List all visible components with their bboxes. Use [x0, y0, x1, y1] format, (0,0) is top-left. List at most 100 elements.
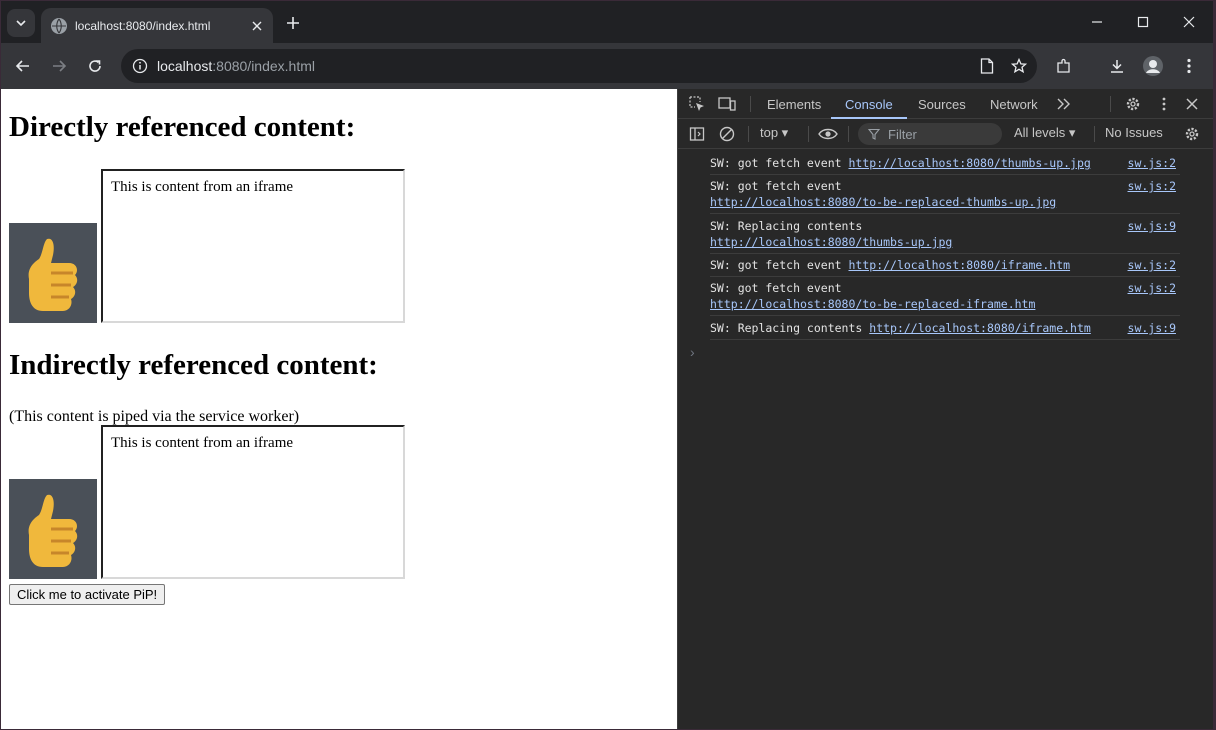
message-source-link[interactable]: sw.js:2 [1128, 155, 1176, 171]
context-selector[interactable]: top ▾ [760, 125, 788, 141]
globe-icon [51, 17, 67, 34]
kebab-menu-icon [1187, 58, 1191, 74]
kebab-menu-icon[interactable] [1153, 93, 1175, 115]
message-source-link[interactable]: sw.js:2 [1128, 178, 1176, 194]
console-toolbar: top ▾ Filter All levels ▾ No Issues [678, 119, 1213, 149]
message-source-link[interactable]: sw.js:9 [1128, 218, 1176, 234]
plus-icon [287, 17, 299, 29]
browser-toolbar: localhost:8080/index.html [1, 43, 1213, 89]
devtools-tabbar: Elements Console Sources Network [678, 89, 1213, 119]
message-link[interactable]: http://localhost:8080/thumbs-up.jpg [710, 235, 952, 249]
console-filter-input[interactable]: Filter [858, 123, 1002, 145]
settings-gear-icon[interactable] [1122, 93, 1144, 115]
message-link[interactable]: http://localhost:8080/thumbs-up.jpg [849, 156, 1091, 170]
tab-search-button[interactable] [7, 9, 35, 37]
console-prompt[interactable]: › [690, 344, 695, 360]
message-text: SW: got fetch event [710, 258, 842, 272]
avatar-icon [1143, 56, 1163, 76]
reload-icon [89, 60, 101, 72]
close-devtools-icon[interactable] [1181, 93, 1203, 115]
console-message: SW: got fetch event http://localhost:808… [710, 257, 1180, 277]
browser-menu-button[interactable] [1175, 52, 1203, 80]
tab-close-button[interactable] [247, 16, 267, 36]
url-host: localhost [157, 58, 213, 74]
eye-icon[interactable] [817, 123, 839, 145]
url-text: localhost:8080/index.html [157, 58, 973, 74]
separator [848, 126, 849, 142]
message-link[interactable]: http://localhost:8080/to-be-replaced-thu… [710, 195, 1056, 209]
separator [750, 96, 751, 112]
log-levels-dropdown[interactable]: All levels ▾ [1014, 125, 1075, 141]
separator [1094, 126, 1095, 142]
console-message: SW: Replacing contents http://localhost:… [710, 320, 1180, 340]
page-viewport: Directly referenced content: This is con… [1, 89, 677, 729]
heading-direct: Directly referenced content: [9, 111, 356, 143]
heading-indirect: Indirectly referenced content: [9, 349, 378, 381]
chevron-down-icon [16, 20, 26, 27]
iframe-text: This is content from an iframe [111, 435, 294, 451]
puzzle-icon [1057, 58, 1070, 73]
extensions-button[interactable] [1050, 52, 1078, 80]
tab-title: localhost:8080/index.html [75, 18, 211, 33]
issues-counter[interactable]: No Issues [1105, 125, 1163, 140]
message-source-link[interactable]: sw.js:2 [1128, 280, 1176, 296]
browser-window: localhost:8080/index.html localhost:8080… [1, 1, 1213, 729]
message-text: SW: got fetch event [710, 281, 842, 295]
tab-console[interactable]: Console [831, 89, 907, 119]
minimize-button[interactable] [1082, 9, 1112, 35]
address-bar[interactable]: localhost:8080/index.html [121, 49, 1037, 83]
downloads-button[interactable] [1103, 52, 1131, 80]
download-icon [1111, 60, 1123, 73]
filter-icon [868, 128, 880, 140]
message-text: SW: Replacing contents [710, 219, 863, 233]
tab-network[interactable]: Network [990, 89, 1038, 119]
console-message: SW: got fetch event http://localhost:8080… [710, 178, 1180, 214]
more-tabs-icon[interactable] [1053, 93, 1075, 115]
indirect-note: (This content is piped via the service w… [9, 408, 300, 425]
thumbs-up-image [9, 223, 97, 323]
url-path: :8080/index.html [212, 58, 315, 74]
maximize-button[interactable] [1128, 9, 1158, 35]
iframe-indirect[interactable]: This is content from an iframe [101, 425, 405, 579]
message-text: SW: Replacing contents [710, 321, 863, 335]
inspect-element-icon[interactable] [686, 93, 708, 115]
clear-console-icon[interactable] [716, 123, 738, 145]
separator [808, 126, 809, 142]
close-icon [1183, 16, 1195, 28]
profile-avatar[interactable] [1139, 52, 1167, 80]
arrow-left-icon [15, 60, 29, 72]
new-tab-button[interactable] [281, 11, 305, 35]
thumbs-up-icon [28, 494, 78, 567]
page-icon[interactable] [973, 58, 1001, 74]
devtools-panel: Elements Console Sources Network top ▾ F… [677, 89, 1213, 729]
iframe-text: This is content from an iframe [111, 179, 294, 195]
message-source-link[interactable]: sw.js:2 [1128, 257, 1176, 273]
sidebar-toggle-icon[interactable] [686, 123, 708, 145]
iframe-direct[interactable]: This is content from an iframe [101, 169, 405, 323]
message-text: SW: got fetch event [710, 156, 842, 170]
back-button[interactable] [9, 52, 37, 80]
message-link[interactable]: http://localhost:8080/iframe.htm [849, 258, 1071, 272]
browser-tab[interactable]: localhost:8080/index.html [41, 8, 273, 43]
close-window-button[interactable] [1174, 9, 1204, 35]
message-link[interactable]: http://localhost:8080/iframe.htm [869, 321, 1091, 335]
device-toolbar-icon[interactable] [716, 93, 738, 115]
tab-elements[interactable]: Elements [767, 89, 821, 119]
star-icon[interactable] [1001, 58, 1037, 74]
message-text: SW: got fetch event [710, 179, 842, 193]
close-icon [252, 21, 262, 30]
activate-pip-button[interactable]: Click me to activate PiP! [9, 584, 166, 605]
forward-button[interactable] [45, 52, 73, 80]
console-message: SW: Replacing contents http://localhost:8… [710, 218, 1180, 254]
filter-placeholder: Filter [888, 126, 917, 142]
maximize-icon [1137, 16, 1149, 28]
console-settings-gear-icon[interactable] [1181, 123, 1203, 145]
message-link[interactable]: http://localhost:8080/to-be-replaced-ifr… [710, 297, 1035, 311]
reload-button[interactable] [81, 52, 109, 80]
message-source-link[interactable]: sw.js:9 [1128, 320, 1176, 336]
tab-strip: localhost:8080/index.html [1, 1, 1213, 43]
tab-sources[interactable]: Sources [918, 89, 966, 119]
site-info-icon[interactable] [123, 49, 157, 83]
separator [1110, 96, 1111, 112]
thumbs-up-image-indirect [9, 479, 97, 579]
